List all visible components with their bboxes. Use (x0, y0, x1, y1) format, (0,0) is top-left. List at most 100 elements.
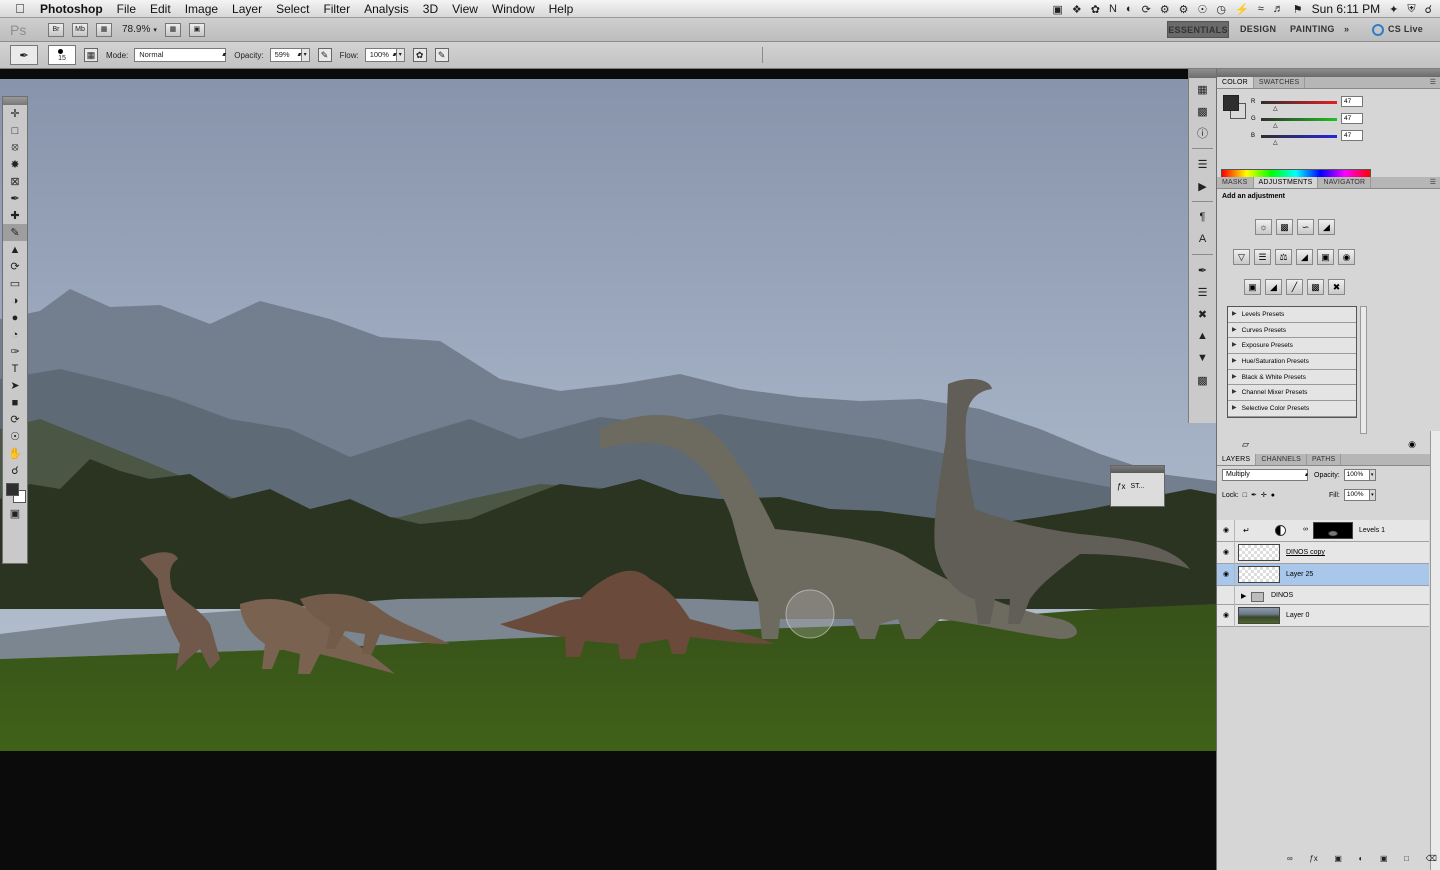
black-white-icon[interactable]: ◢ (1296, 249, 1313, 265)
menu-image[interactable]: Image (178, 2, 225, 16)
color-panel-menu-icon[interactable]: ☰ (1430, 77, 1436, 88)
tab-adjustments[interactable]: ADJUSTMENTS (1253, 177, 1319, 188)
workspace-essentials[interactable]: ESSENTIALS (1167, 21, 1229, 38)
red-slider-thumb[interactable]: △ (1273, 105, 1278, 112)
presets-scrollbar[interactable] (1360, 306, 1367, 434)
paragraph-panel-icon[interactable]: ¶ (1189, 206, 1216, 228)
dodge-tool-icon[interactable]: ◔ (3, 326, 27, 343)
adjustments-toggle-icon[interactable]: ◉ (1408, 439, 1416, 453)
preset-item[interactable]: ▶ Black & White Presets (1228, 370, 1356, 386)
time-machine-icon[interactable]: ◷ (1216, 3, 1226, 16)
menu-view[interactable]: View (445, 2, 485, 16)
flag-icon[interactable]: ⚑ (1293, 3, 1303, 16)
quick-selection-tool-icon[interactable]: ✸ (3, 156, 27, 173)
layer-thumbnail[interactable] (1238, 566, 1280, 583)
visibility-eye-icon[interactable]: ◉ (1220, 611, 1232, 621)
blend-mode-select[interactable]: Multiply (1222, 469, 1308, 481)
eyedropper-tool-icon[interactable]: ✒ (3, 190, 27, 207)
layer-style-fx-icon[interactable]: ƒx (1309, 854, 1317, 868)
lock-position-icon[interactable]: ✛ (1261, 491, 1267, 499)
green-slider-thumb[interactable]: △ (1273, 122, 1278, 129)
character-panel-icon[interactable]: A (1189, 228, 1216, 250)
apple-menu-icon[interactable]:  (0, 1, 40, 16)
layers-scrollbar[interactable] (1430, 431, 1440, 870)
hue-saturation-icon[interactable]: ☰ (1254, 249, 1271, 265)
group-expand-triangle-icon[interactable]: ▶ (1241, 592, 1246, 600)
layer-row-layer-25[interactable]: ◉ Layer 25 (1217, 564, 1429, 586)
bluetooth-icon[interactable]: ✦ (1389, 3, 1398, 16)
layer-name[interactable]: Levels 1 (1359, 527, 1385, 534)
rectangle-tool-icon[interactable]: ■ (3, 394, 27, 411)
tablet-pressure-size-icon[interactable]: ✎ (434, 48, 449, 62)
vibrance-icon[interactable]: ▽ (1233, 249, 1250, 265)
fill-slider-toggle[interactable]: ▾ (1369, 489, 1376, 501)
brush-presets-panel-icon[interactable]: ☰ (1189, 281, 1216, 303)
new-group-icon[interactable]: ▣ (1380, 854, 1388, 868)
menu-file[interactable]: File (110, 2, 143, 16)
channel-mixer-icon[interactable]: ◉ (1338, 249, 1355, 265)
paint-bucket-tool-icon[interactable]: ◑ (3, 292, 27, 309)
link-layers-icon[interactable]: ∞ (1287, 854, 1293, 868)
menu-filter[interactable]: Filter (316, 2, 357, 16)
tab-paths[interactable]: PATHS (1307, 454, 1342, 465)
posterize-icon[interactable]: ◢ (1265, 279, 1282, 295)
add-mask-icon[interactable]: ▣ (1334, 854, 1342, 868)
styles-panel-titlebar[interactable] (1111, 466, 1164, 473)
hand-tool-icon[interactable]: ✋ (3, 445, 27, 462)
blur-tool-icon[interactable]: ● (3, 309, 27, 326)
arrange-documents-button[interactable]: ▦ (164, 22, 181, 37)
layer-name[interactable]: DINOS (1271, 592, 1293, 599)
layer-opacity-field[interactable]: 100% (1343, 469, 1370, 481)
healing-brush-tool-icon[interactable]: ✚ (3, 207, 27, 224)
lasso-tool-icon[interactable]: ⦻ (3, 139, 27, 156)
styles-panel-label[interactable]: ST... (1130, 483, 1144, 490)
marquee-tool-icon[interactable]: □ (3, 122, 27, 139)
menu-app-name[interactable]: Photoshop (40, 2, 110, 16)
panel-foreground-swatch[interactable] (1223, 95, 1239, 111)
curves-icon[interactable]: ∽ (1297, 219, 1314, 235)
layer-row-levels-1[interactable]: ◉ ↵ ∞ Levels 1 (1217, 520, 1429, 542)
preset-item[interactable]: ▶ Exposure Presets (1228, 338, 1356, 355)
brightness-contrast-icon[interactable]: ☼ (1255, 219, 1272, 235)
preset-item[interactable]: ▶ Selective Color Presets (1228, 401, 1356, 417)
spotlight-search-icon[interactable]: ☌ (1425, 3, 1432, 16)
blue-slider-thumb[interactable]: △ (1273, 139, 1278, 146)
airbrush-icon[interactable]: ✿ (412, 48, 427, 62)
invert-icon[interactable]: ▣ (1244, 279, 1261, 295)
tab-layers[interactable]: LAYERS (1217, 454, 1257, 465)
adobe-icon[interactable]: N (1109, 3, 1117, 15)
visibility-eye-icon[interactable]: ◉ (1220, 526, 1232, 536)
selective-color-icon[interactable]: ✖ (1328, 279, 1345, 295)
lock-transparent-icon[interactable]: □ (1243, 492, 1247, 499)
camera-icon[interactable]: ▣ (1052, 3, 1062, 16)
layer-comps-panel-icon[interactable]: ▩ (1189, 369, 1216, 391)
path-selection-tool-icon[interactable]: ➤ (3, 377, 27, 394)
delete-layer-icon[interactable]: ⌫ (1426, 854, 1437, 868)
mask-link-icon[interactable]: ∞ (1303, 526, 1308, 533)
threshold-icon[interactable]: ╱ (1286, 279, 1303, 295)
layer-name[interactable]: Layer 25 (1286, 571, 1313, 578)
tool-presets-panel-icon[interactable]: ✖ (1189, 303, 1216, 325)
view-extras-button[interactable]: ▦ (96, 22, 112, 37)
minibridge-panel-icon[interactable]: ▦ (1189, 78, 1216, 100)
preset-item[interactable]: ▶ Channel Mixer Presets (1228, 385, 1356, 402)
preset-item[interactable]: ▶ Levels Presets (1228, 307, 1356, 323)
flow-field[interactable]: 100% (364, 48, 397, 62)
menu-clock[interactable]: Sun 6:11 PM (1312, 2, 1380, 16)
visibility-eye-icon[interactable]: ◉ (1220, 548, 1232, 558)
layer-row-dinos-copy[interactable]: ◉ DINOS copy (1217, 542, 1429, 564)
tab-color[interactable]: COLOR (1217, 77, 1254, 88)
clip-view-icon[interactable]: ▱ (1242, 439, 1249, 453)
cs-live-button[interactable]: CS Live (1372, 21, 1423, 38)
type-tool-icon[interactable]: T (3, 360, 27, 377)
crop-tool-icon[interactable]: ⊠ (3, 173, 27, 190)
exposure-icon[interactable]: ◢ (1318, 219, 1335, 235)
dock-collapse-bar[interactable] (1189, 69, 1216, 78)
menu-layer[interactable]: Layer (225, 2, 269, 16)
menu-select[interactable]: Select (269, 2, 316, 16)
green-value-field[interactable]: 47 (1341, 113, 1363, 124)
sync-icon[interactable]: ⟳ (1142, 3, 1151, 16)
opacity-slider-toggle[interactable]: ▾ (301, 48, 310, 62)
layer-row-layer-0[interactable]: ◉ Layer 0 (1217, 605, 1429, 627)
brush-panel-toggle-icon[interactable]: ▦ (84, 48, 98, 62)
